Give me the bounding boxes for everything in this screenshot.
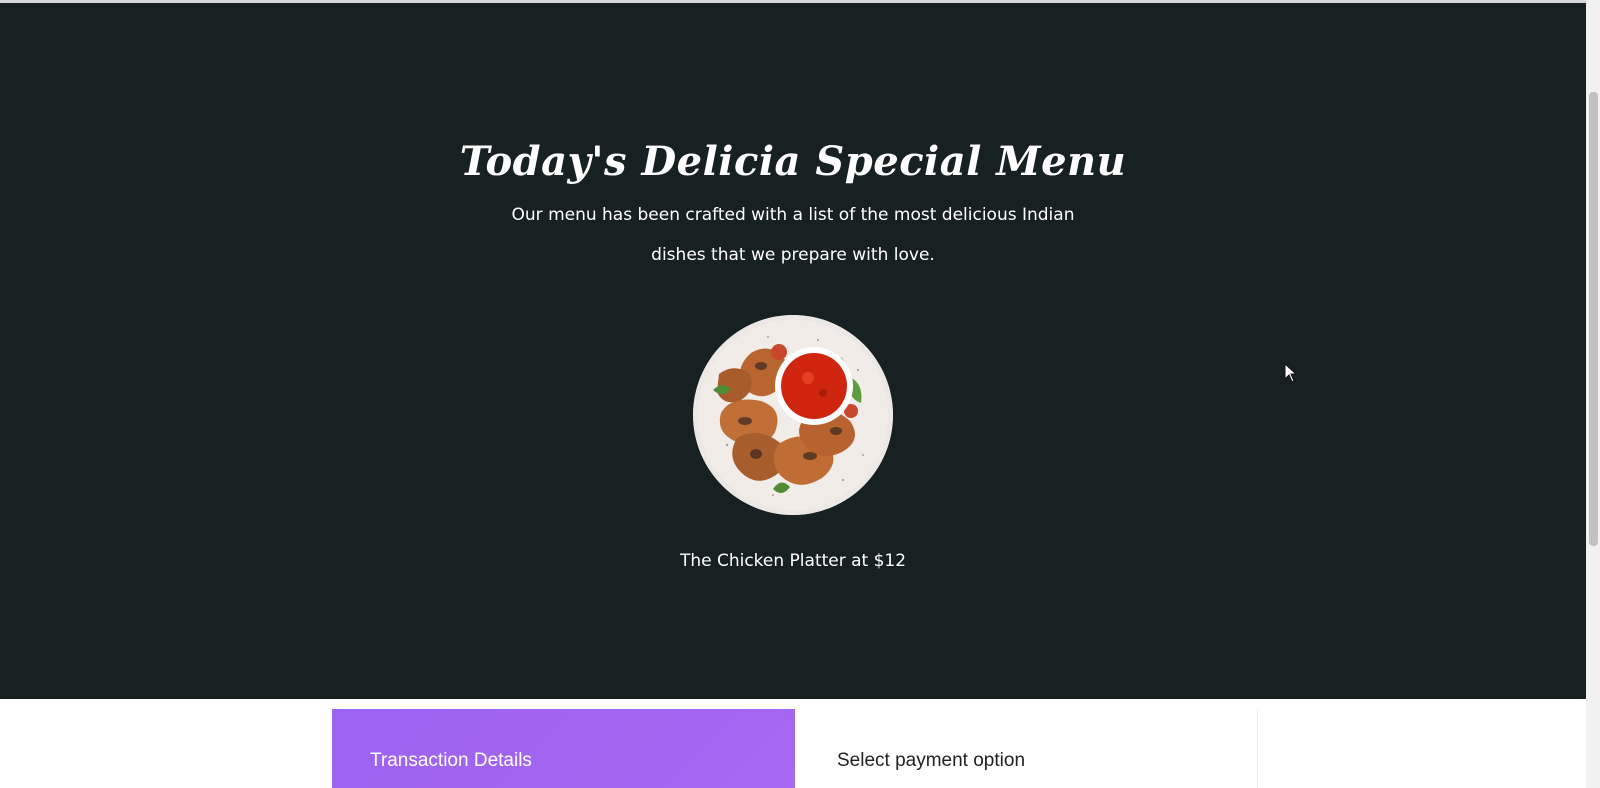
payment-option-title: Select payment option bbox=[837, 750, 1026, 771]
transaction-details-title: Transaction Details bbox=[370, 750, 532, 771]
menu-heading: Today's Delicia Special Menu bbox=[459, 137, 1127, 185]
payment-options-panel: Select payment option bbox=[795, 709, 1258, 788]
mouse-cursor-icon bbox=[1284, 363, 1298, 383]
special-menu-section: Today's Delicia Special Menu Our menu ha… bbox=[0, 3, 1586, 699]
dish-caption: The Chicken Platter at $12 bbox=[679, 551, 907, 571]
menu-description: Our menu has been crafted with a list of… bbox=[511, 205, 1075, 265]
scrollbar-thumb[interactable] bbox=[1589, 92, 1598, 546]
chicken-platter-image bbox=[693, 315, 893, 515]
chicken-platter-illustration bbox=[693, 315, 893, 515]
transaction-details-card: Transaction Details bbox=[332, 709, 795, 788]
